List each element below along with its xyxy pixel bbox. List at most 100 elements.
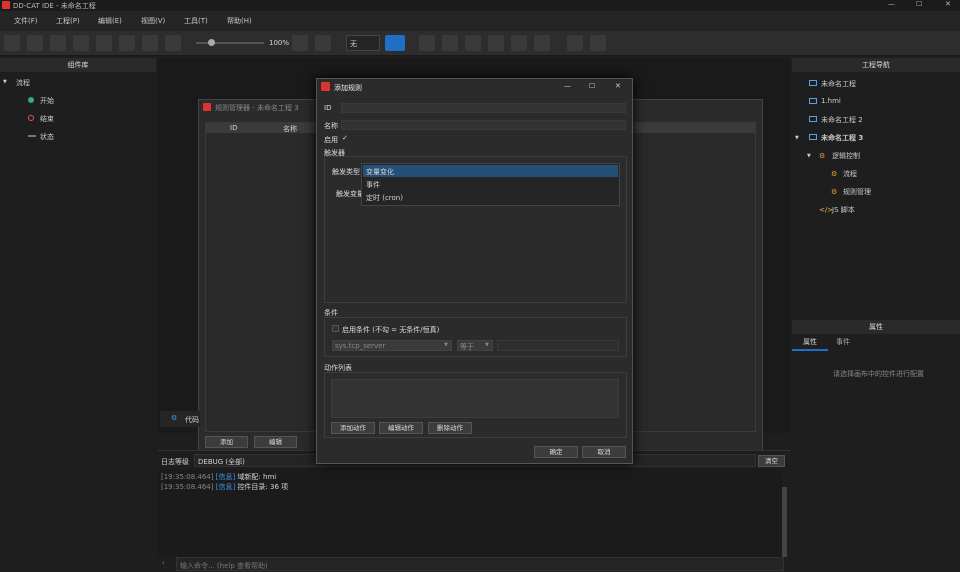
fit-icon[interactable] (292, 35, 308, 51)
condition-value-field[interactable] (497, 340, 619, 351)
new-project-icon[interactable] (4, 35, 20, 51)
nav-js-script[interactable]: JS 脚本 (832, 205, 855, 215)
export-icon[interactable] (73, 35, 89, 51)
action-list[interactable] (331, 379, 619, 418)
zoom-slider-handle[interactable] (208, 39, 215, 46)
title-bar: DD-CAT IDE - 未命名工程 — ☐ ✕ (0, 0, 960, 11)
align-bottom-icon[interactable] (534, 35, 550, 51)
save-icon[interactable] (50, 35, 66, 51)
clear-log-button[interactable]: 清空 (758, 455, 785, 467)
prompt-chevron-icon: › (162, 559, 165, 567)
rule-manager-icon (203, 103, 211, 111)
properties-hint: 请选择画布中的控件进行配置 (833, 370, 924, 378)
trigger-option-var-change[interactable]: 变量变化 (363, 165, 618, 177)
nav-project-2[interactable]: 未命名工程 2 (821, 115, 863, 125)
cancel-button[interactable]: 取消 (582, 446, 626, 458)
dialog-maximize-button[interactable]: ☐ (589, 82, 595, 90)
import-icon[interactable] (96, 35, 112, 51)
undo-icon[interactable] (142, 35, 158, 51)
condition-enable-label: 启用条件 (不勾 = 无条件/恒真) (342, 326, 440, 334)
mode-select-value: 无 (350, 40, 357, 48)
close-button[interactable]: ✕ (945, 0, 951, 8)
tab-properties-label: 属性 (803, 338, 817, 346)
enable-label: 启用 (324, 136, 338, 144)
nav-project-3[interactable]: 未命名工程 3 (821, 133, 863, 143)
add-action-button[interactable]: 添加动作 (331, 422, 375, 434)
maximize-button[interactable]: ☐ (916, 0, 922, 8)
code-tab[interactable]: ⚙ 代码 (160, 411, 200, 427)
menu-help[interactable]: 帮助(H) (227, 16, 252, 26)
align-middle-icon[interactable] (511, 35, 527, 51)
menu-project[interactable]: 工程(P) (56, 16, 80, 26)
menu-view[interactable]: 视图(V) (141, 16, 165, 26)
nav-logic-control[interactable]: 逻辑控制 (832, 151, 860, 161)
id-field[interactable] (341, 103, 626, 113)
rules-icon: ⚙ (831, 188, 838, 196)
trigger-option-cron[interactable]: 定时 (cron) (363, 191, 618, 203)
menu-tools[interactable]: 工具(T) (184, 16, 208, 26)
logic-icon: ⚙ (819, 152, 826, 160)
run-icon[interactable] (119, 35, 135, 51)
rule-manager-title: 规则管理器 - 未命名工程 3 (215, 104, 299, 112)
log-scrollbar[interactable] (782, 487, 787, 557)
folder-icon (809, 80, 817, 86)
magnet-icon[interactable] (385, 35, 405, 51)
command-input[interactable]: 输入命令... (help 查看帮助) (176, 557, 784, 571)
enable-checkbox[interactable]: ✓ (342, 134, 348, 142)
tree-expand-icon[interactable]: ▼ (795, 135, 799, 141)
distribute-h-icon[interactable] (567, 35, 583, 51)
open-folder-icon[interactable] (27, 35, 43, 51)
log-text: 域新配: hmi (237, 473, 277, 481)
nav-flow[interactable]: 流程 (843, 169, 857, 179)
menu-bar: 文件(F) 工程(P) 编辑(E) 视图(V) 工具(T) 帮助(H) (0, 11, 960, 31)
dialog-close-button[interactable]: ✕ (615, 82, 621, 90)
condition-group (324, 317, 627, 357)
align-left-icon[interactable] (419, 35, 435, 51)
log-line: [19:35:08.464] [信息] 控件目录: 36 项 (161, 482, 288, 492)
edit-action-button[interactable]: 编辑动作 (379, 422, 423, 434)
log-level-label: 日志等级 (161, 458, 189, 466)
log-level-value: DEBUG (全部) (198, 458, 245, 466)
chevron-down-icon: ▼ (485, 342, 489, 348)
tree-item-start[interactable]: 开始 (40, 96, 54, 106)
ok-button[interactable]: 确定 (534, 446, 578, 458)
align-right-icon[interactable] (465, 35, 481, 51)
minimize-button[interactable]: — (888, 0, 895, 8)
nav-project-1[interactable]: 未命名工程 (821, 79, 856, 89)
column-name[interactable]: 名称 (283, 124, 297, 134)
zoom-slider[interactable] (196, 39, 264, 46)
edit-rule-button[interactable]: 编辑 (254, 436, 297, 448)
redo-icon[interactable] (165, 35, 181, 51)
tree-expand-icon[interactable]: ▼ (3, 79, 7, 85)
condition-var-select[interactable]: sys.tcp_server ▼ (332, 340, 452, 351)
dialog-title: 添加规则 (334, 84, 362, 92)
tree-item-end[interactable]: 结束 (40, 114, 54, 124)
menu-edit[interactable]: 编辑(E) (98, 16, 122, 26)
mode-select[interactable]: 无 (346, 35, 380, 51)
component-library-panel: 组件库 ▼ 流程 开始 结束 状态 (0, 58, 156, 572)
nav-rule-manager[interactable]: 规则管理 (843, 187, 871, 197)
search-icon[interactable] (315, 35, 331, 51)
trigger-option-event[interactable]: 事件 (363, 178, 618, 190)
nav-hmi-file[interactable]: 1.hmi (821, 97, 841, 105)
column-id[interactable]: ID (230, 124, 237, 132)
align-center-icon[interactable] (442, 35, 458, 51)
log-time: [19:35:08.464] (161, 473, 214, 481)
trigger-var-label: 触发变量 (336, 190, 364, 198)
tree-item-flow[interactable]: 流程 (16, 78, 30, 88)
tree-expand-icon[interactable]: ▼ (807, 153, 811, 159)
tab-properties[interactable]: 属性 (792, 336, 828, 351)
condition-checkbox[interactable] (332, 325, 339, 332)
dialog-minimize-button[interactable]: — (564, 82, 571, 90)
align-top-icon[interactable] (488, 35, 504, 51)
name-field[interactable] (341, 120, 626, 130)
trigger-type-dropdown[interactable]: 变量变化 事件 定时 (cron) (361, 163, 620, 206)
tree-item-state[interactable]: 状态 (40, 132, 54, 142)
menu-file[interactable]: 文件(F) (14, 16, 38, 26)
tab-events[interactable]: 事件 (828, 336, 858, 351)
condition-op-select[interactable]: 等于 ▼ (457, 340, 493, 351)
add-rule-button[interactable]: 添加 (205, 436, 248, 448)
flow-icon: ⚙ (831, 170, 838, 178)
distribute-v-icon[interactable] (590, 35, 606, 51)
delete-action-button[interactable]: 删除动作 (428, 422, 472, 434)
